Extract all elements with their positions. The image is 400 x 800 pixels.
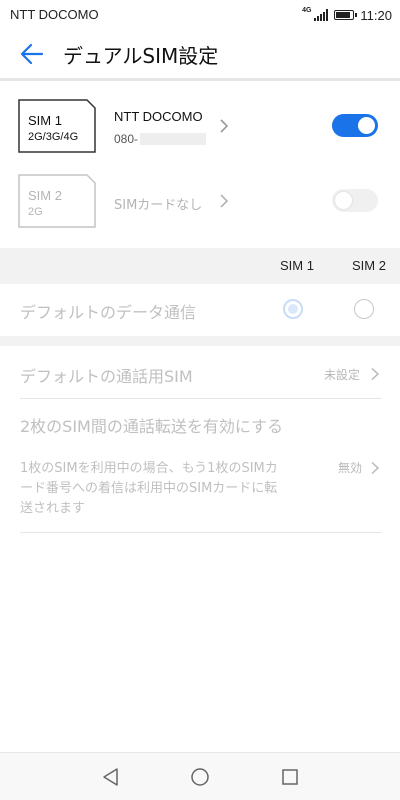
- call-forwarding-value: 無効: [338, 461, 363, 475]
- sim2-card-name: SIM 2: [28, 188, 62, 203]
- chevron-right-icon: [218, 118, 230, 134]
- call-forwarding-row[interactable]: 2枚のSIM間の通話転送を有効にする 1枚のSIMを利用中の場合、もう1枚のSI…: [0, 400, 400, 533]
- sim2-row[interactable]: SIM 2 2G SIMカードなし: [0, 172, 400, 234]
- nav-home-icon[interactable]: [189, 766, 211, 788]
- sim1-number-redacted: [140, 133, 207, 145]
- chevron-right-icon: [370, 366, 380, 381]
- nav-back-icon[interactable]: [100, 766, 122, 788]
- back-arrow-icon[interactable]: [18, 40, 46, 68]
- default-data-label: デフォルトのデータ通信: [20, 303, 197, 322]
- sim1-toggle[interactable]: [332, 114, 378, 137]
- sim1-card-name: SIM 1: [28, 113, 62, 128]
- column-sim1: SIM 1: [280, 258, 314, 273]
- status-time: 11:20: [360, 7, 392, 23]
- chevron-right-icon: [370, 460, 380, 475]
- call-forwarding-label: 2枚のSIM間の通話転送を有効にする: [20, 417, 284, 436]
- status-icons: 4G 11:20: [302, 5, 392, 25]
- sim1-card-networks: 2G/3G/4G: [28, 131, 79, 143]
- sim-column-header: SIM 1 SIM 2: [0, 248, 400, 284]
- network-type-label: 4G: [302, 7, 312, 14]
- section-divider: [0, 336, 400, 346]
- default-data-sim2-radio[interactable]: [354, 299, 374, 319]
- navigation-bar: [0, 752, 400, 800]
- sim1-number: 080-: [114, 132, 207, 146]
- sim1-number-prefix: 080-: [114, 132, 139, 146]
- default-data-sim1-radio[interactable]: [283, 299, 303, 319]
- default-call-value: 未設定: [324, 368, 361, 382]
- battery-icon: [334, 10, 358, 20]
- row-divider: [20, 398, 382, 399]
- page-title: デュアルSIM設定: [63, 44, 219, 68]
- sim2-status: SIMカードなし: [114, 198, 203, 213]
- status-carrier: NTT DOCOMO: [10, 7, 99, 22]
- default-call-label: デフォルトの通話用SIM: [20, 367, 193, 386]
- chevron-right-icon: [218, 193, 230, 209]
- app-header: デュアルSIM設定: [0, 30, 400, 78]
- status-bar: NTT DOCOMO 4G 11:20: [0, 0, 400, 30]
- row-divider: [20, 532, 382, 533]
- default-call-sim-row[interactable]: デフォルトの通話用SIM 未設定: [0, 346, 400, 399]
- sim1-row[interactable]: SIM 1 2G/3G/4G NTT DOCOMO 080-: [0, 97, 400, 159]
- default-data-row: デフォルトのデータ通信: [0, 284, 400, 336]
- signal-icon: [314, 9, 329, 21]
- sim-card-icon: SIM 2 2G: [18, 174, 96, 228]
- sim2-card-networks: 2G: [28, 206, 43, 218]
- nav-recent-apps-icon[interactable]: [279, 766, 301, 788]
- sim2-toggle[interactable]: [332, 189, 378, 212]
- call-forwarding-description: 1枚のSIMを利用中の場合、もう1枚のSIMカード番号への着信は利用中のSIMカ…: [20, 461, 278, 516]
- header-divider: [0, 78, 400, 81]
- column-sim2: SIM 2: [352, 258, 386, 273]
- sim1-carrier: NTT DOCOMO: [114, 109, 203, 124]
- sim-card-icon: SIM 1 2G/3G/4G: [18, 99, 96, 153]
